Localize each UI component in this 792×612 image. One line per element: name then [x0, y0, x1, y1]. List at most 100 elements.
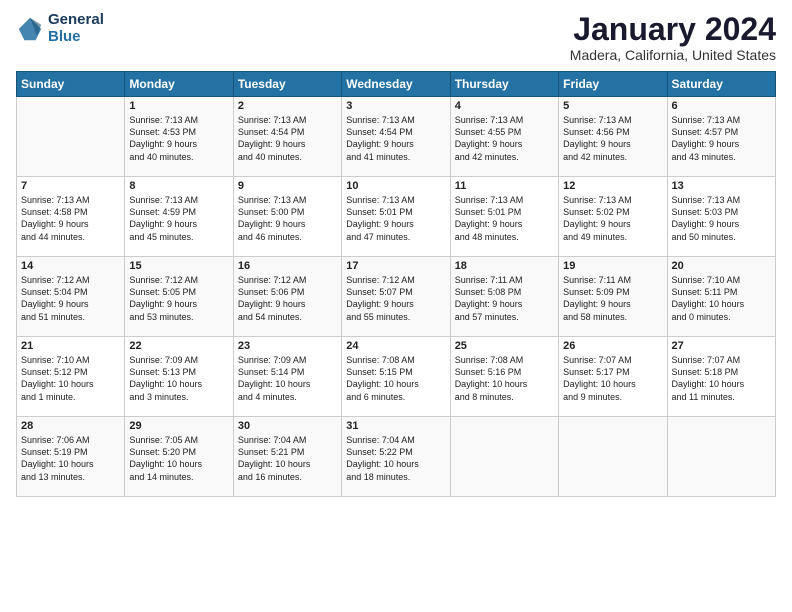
calendar-cell: [667, 417, 775, 497]
day-number: 8: [129, 180, 228, 192]
header-friday: Friday: [559, 72, 667, 97]
day-number: 19: [563, 260, 662, 272]
day-content: Sunrise: 7:06 AM Sunset: 5:19 PM Dayligh…: [21, 434, 120, 483]
calendar-cell: [559, 417, 667, 497]
day-content: Sunrise: 7:10 AM Sunset: 5:12 PM Dayligh…: [21, 354, 120, 403]
day-number: 9: [238, 180, 337, 192]
day-content: Sunrise: 7:12 AM Sunset: 5:04 PM Dayligh…: [21, 274, 120, 323]
day-content: Sunrise: 7:13 AM Sunset: 4:58 PM Dayligh…: [21, 194, 120, 243]
day-content: Sunrise: 7:13 AM Sunset: 4:53 PM Dayligh…: [129, 114, 228, 163]
day-content: Sunrise: 7:13 AM Sunset: 5:00 PM Dayligh…: [238, 194, 337, 243]
logo-icon: [16, 15, 44, 43]
day-content: Sunrise: 7:08 AM Sunset: 5:16 PM Dayligh…: [455, 354, 554, 403]
calendar-cell: 5 Sunrise: 7:13 AM Sunset: 4:56 PM Daylig…: [559, 97, 667, 177]
day-content: Sunrise: 7:13 AM Sunset: 4:59 PM Dayligh…: [129, 194, 228, 243]
day-content: Sunrise: 7:12 AM Sunset: 5:07 PM Dayligh…: [346, 274, 445, 323]
day-number: 24: [346, 340, 445, 352]
calendar-cell: 12 Sunrise: 7:13 AM Sunset: 5:02 PM Dayli…: [559, 177, 667, 257]
day-number: 10: [346, 180, 445, 192]
calendar-cell: 9 Sunrise: 7:13 AM Sunset: 5:00 PM Daylig…: [233, 177, 341, 257]
day-number: 29: [129, 420, 228, 432]
calendar-cell: 1 Sunrise: 7:13 AM Sunset: 4:53 PM Daylig…: [125, 97, 233, 177]
title-block: January 2024 Madera, California, United …: [570, 12, 776, 63]
header-monday: Monday: [125, 72, 233, 97]
day-content: Sunrise: 7:13 AM Sunset: 5:01 PM Dayligh…: [455, 194, 554, 243]
day-content: Sunrise: 7:12 AM Sunset: 5:06 PM Dayligh…: [238, 274, 337, 323]
calendar-week-3: 14 Sunrise: 7:12 AM Sunset: 5:04 PM Dayli…: [17, 257, 776, 337]
day-number: 14: [21, 260, 120, 272]
day-number: 4: [455, 100, 554, 112]
day-number: 2: [238, 100, 337, 112]
day-content: Sunrise: 7:13 AM Sunset: 4:54 PM Dayligh…: [238, 114, 337, 163]
header-wednesday: Wednesday: [342, 72, 450, 97]
calendar-cell: 6 Sunrise: 7:13 AM Sunset: 4:57 PM Daylig…: [667, 97, 775, 177]
header-tuesday: Tuesday: [233, 72, 341, 97]
page-header: General Blue January 2024 Madera, Califo…: [16, 12, 776, 63]
header-thursday: Thursday: [450, 72, 558, 97]
day-number: 17: [346, 260, 445, 272]
calendar-cell: 4 Sunrise: 7:13 AM Sunset: 4:55 PM Daylig…: [450, 97, 558, 177]
day-number: 25: [455, 340, 554, 352]
day-content: Sunrise: 7:13 AM Sunset: 5:02 PM Dayligh…: [563, 194, 662, 243]
day-number: 12: [563, 180, 662, 192]
day-content: Sunrise: 7:05 AM Sunset: 5:20 PM Dayligh…: [129, 434, 228, 483]
day-content: Sunrise: 7:13 AM Sunset: 4:54 PM Dayligh…: [346, 114, 445, 163]
month-year-title: January 2024: [570, 12, 776, 47]
day-number: 7: [21, 180, 120, 192]
day-number: 23: [238, 340, 337, 352]
day-number: 21: [21, 340, 120, 352]
logo: General Blue: [16, 12, 104, 45]
day-content: Sunrise: 7:09 AM Sunset: 5:14 PM Dayligh…: [238, 354, 337, 403]
calendar-table: SundayMondayTuesdayWednesdayThursdayFrid…: [16, 71, 776, 497]
day-content: Sunrise: 7:04 AM Sunset: 5:21 PM Dayligh…: [238, 434, 337, 483]
calendar-cell: 20 Sunrise: 7:10 AM Sunset: 5:11 PM Dayli…: [667, 257, 775, 337]
calendar-cell: 11 Sunrise: 7:13 AM Sunset: 5:01 PM Dayli…: [450, 177, 558, 257]
calendar-cell: 3Sunrise: 7:13 AM Sunset: 4:54 PM Daylig…: [342, 97, 450, 177]
calendar-cell: 28Sunrise: 7:06 AM Sunset: 5:19 PM Dayli…: [17, 417, 125, 497]
calendar-cell: 19Sunrise: 7:11 AM Sunset: 5:09 PM Dayli…: [559, 257, 667, 337]
day-content: Sunrise: 7:13 AM Sunset: 4:55 PM Dayligh…: [455, 114, 554, 163]
calendar-cell: 7 Sunrise: 7:13 AM Sunset: 4:58 PM Daylig…: [17, 177, 125, 257]
calendar-week-1: 1 Sunrise: 7:13 AM Sunset: 4:53 PM Daylig…: [17, 97, 776, 177]
day-number: 20: [672, 260, 771, 272]
day-number: 11: [455, 180, 554, 192]
calendar-cell: [450, 417, 558, 497]
calendar-cell: 30 Sunrise: 7:04 AM Sunset: 5:21 PM Dayli…: [233, 417, 341, 497]
day-number: 30: [238, 420, 337, 432]
day-content: Sunrise: 7:08 AM Sunset: 5:15 PM Dayligh…: [346, 354, 445, 403]
day-number: 15: [129, 260, 228, 272]
calendar-cell: 17 Sunrise: 7:12 AM Sunset: 5:07 PM Dayli…: [342, 257, 450, 337]
day-content: Sunrise: 7:13 AM Sunset: 5:01 PM Dayligh…: [346, 194, 445, 243]
calendar-cell: 16Sunrise: 7:12 AM Sunset: 5:06 PM Dayli…: [233, 257, 341, 337]
day-number: 18: [455, 260, 554, 272]
day-number: 13: [672, 180, 771, 192]
calendar-cell: 8 Sunrise: 7:13 AM Sunset: 4:59 PM Daylig…: [125, 177, 233, 257]
calendar-cell: 21 Sunrise: 7:10 AM Sunset: 5:12 PM Dayli…: [17, 337, 125, 417]
day-number: 1: [129, 100, 228, 112]
day-content: Sunrise: 7:09 AM Sunset: 5:13 PM Dayligh…: [129, 354, 228, 403]
calendar-cell: [17, 97, 125, 177]
day-content: Sunrise: 7:10 AM Sunset: 5:11 PM Dayligh…: [672, 274, 771, 323]
day-number: 31: [346, 420, 445, 432]
calendar-cell: 22Sunrise: 7:09 AM Sunset: 5:13 PM Dayli…: [125, 337, 233, 417]
calendar-week-4: 21 Sunrise: 7:10 AM Sunset: 5:12 PM Dayli…: [17, 337, 776, 417]
day-number: 27: [672, 340, 771, 352]
day-number: 5: [563, 100, 662, 112]
calendar-cell: 23 Sunrise: 7:09 AM Sunset: 5:14 PM Dayli…: [233, 337, 341, 417]
calendar-cell: 27 Sunrise: 7:07 AM Sunset: 5:18 PM Dayli…: [667, 337, 775, 417]
calendar-cell: 13Sunrise: 7:13 AM Sunset: 5:03 PM Dayli…: [667, 177, 775, 257]
day-content: Sunrise: 7:13 AM Sunset: 4:56 PM Dayligh…: [563, 114, 662, 163]
calendar-cell: 10 Sunrise: 7:13 AM Sunset: 5:01 PM Dayli…: [342, 177, 450, 257]
calendar-cell: 24 Sunrise: 7:08 AM Sunset: 5:15 PM Dayli…: [342, 337, 450, 417]
day-number: 6: [672, 100, 771, 112]
calendar-cell: 29 Sunrise: 7:05 AM Sunset: 5:20 PM Dayli…: [125, 417, 233, 497]
header-sunday: Sunday: [17, 72, 125, 97]
header-saturday: Saturday: [667, 72, 775, 97]
calendar-header-row: SundayMondayTuesdayWednesdayThursdayFrid…: [17, 72, 776, 97]
day-content: Sunrise: 7:04 AM Sunset: 5:22 PM Dayligh…: [346, 434, 445, 483]
calendar-cell: 26Sunrise: 7:07 AM Sunset: 5:17 PM Dayli…: [559, 337, 667, 417]
calendar-week-5: 28Sunrise: 7:06 AM Sunset: 5:19 PM Dayli…: [17, 417, 776, 497]
calendar-cell: 18Sunrise: 7:11 AM Sunset: 5:08 PM Dayli…: [450, 257, 558, 337]
day-content: Sunrise: 7:13 AM Sunset: 4:57 PM Dayligh…: [672, 114, 771, 163]
day-content: Sunrise: 7:07 AM Sunset: 5:18 PM Dayligh…: [672, 354, 771, 403]
